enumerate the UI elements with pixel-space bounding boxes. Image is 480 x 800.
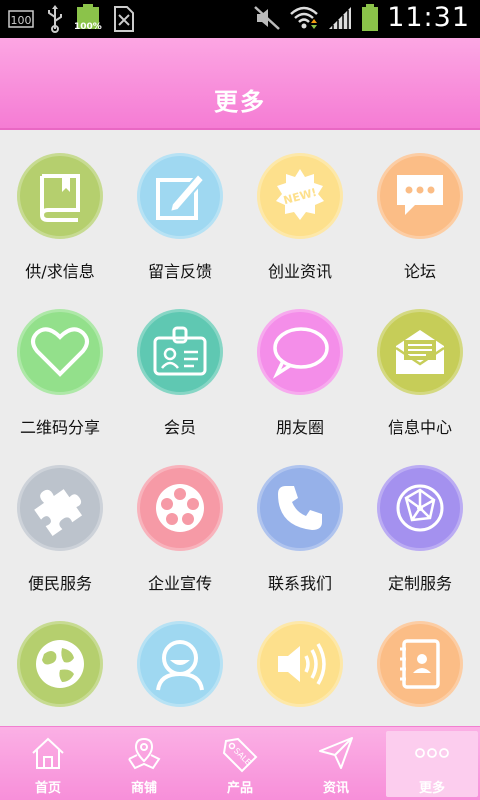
mute-icon xyxy=(253,5,281,31)
grid-item-circle xyxy=(257,465,343,551)
tab-label: 产品 xyxy=(226,781,253,796)
grid-item-label: 创业资讯 xyxy=(267,262,332,281)
grid-item-label: 二维码分享 xyxy=(19,418,100,437)
battery-charging-icon: 100% xyxy=(74,4,102,34)
wifi-icon xyxy=(289,5,319,31)
grid-item-circle xyxy=(17,621,103,707)
grid-item-circle xyxy=(17,309,103,395)
puzzle-icon xyxy=(34,489,83,536)
grid-item-label: 朋友圈 xyxy=(275,418,324,437)
battery-percent-label: 100% xyxy=(74,22,102,32)
id-badge-icon xyxy=(153,326,207,376)
open-envelope-icon xyxy=(395,330,445,374)
page-title: 更多 xyxy=(214,88,266,116)
grid-item-label: 便民服务 xyxy=(27,574,92,593)
grid-item-label: 联系我们 xyxy=(267,574,332,593)
home-icon xyxy=(32,737,64,769)
storage-badge-text: 100 xyxy=(11,14,32,27)
grid-item-promotion[interactable]: 企业宣传 xyxy=(120,443,240,599)
feature-grid: 供/求信息 留言反馈 NEW! 创业资讯 论坛 二维码分享 会员 朋友圈 信息中… xyxy=(0,131,480,726)
grid-item-label: 供/求信息 xyxy=(25,262,95,281)
tab-more[interactable]: 更多 xyxy=(384,727,480,800)
grid-item-forum[interactable]: 论坛 xyxy=(360,131,480,287)
grid-item-contact-us[interactable]: 联系我们 xyxy=(240,443,360,599)
grid-item-circle xyxy=(377,309,463,395)
grid-item-friends-circle[interactable]: 朋友圈 xyxy=(240,287,360,443)
grid-item-feedback[interactable]: 留言反馈 xyxy=(120,131,240,287)
grid-item-convenience[interactable]: 便民服务 xyxy=(0,443,120,599)
grid-item-custom-service[interactable]: 定制服务 xyxy=(360,443,480,599)
grid-item-circle xyxy=(17,465,103,551)
send-plane-icon xyxy=(319,737,353,769)
page-header: 更多 xyxy=(0,38,480,130)
new-badge-icon: NEW! xyxy=(276,169,324,220)
grid-item-label: 会员 xyxy=(163,418,196,437)
speaker-icon xyxy=(278,643,326,685)
grid-item-label: 定制服务 xyxy=(387,574,452,593)
status-bar: 100 100% 11:31 xyxy=(0,0,480,38)
tab-label: 商铺 xyxy=(130,781,157,796)
grid-item-qr-share[interactable]: 二维码分享 xyxy=(0,287,120,443)
storage-100-icon: 100 xyxy=(8,8,34,30)
tab-label: 首页 xyxy=(34,781,61,796)
more-dots-icon xyxy=(415,748,449,758)
book-icon xyxy=(39,174,80,222)
shop-map-icon xyxy=(128,737,161,770)
smiley-user-icon xyxy=(156,640,204,691)
grid-item-circle xyxy=(137,465,223,551)
speech-bubble-icon xyxy=(272,327,329,379)
grid-item-contacts[interactable] xyxy=(360,599,480,726)
heart-icon xyxy=(31,327,89,377)
grid-item-circle xyxy=(257,309,343,395)
grid-item-global[interactable] xyxy=(0,599,120,726)
sale-tag-icon: SALE xyxy=(222,737,258,773)
battery-icon xyxy=(361,3,379,33)
grid-item-circle xyxy=(377,153,463,239)
grid-item-startup-news[interactable]: NEW! 创业资讯 xyxy=(240,131,360,287)
grid-item-circle xyxy=(377,465,463,551)
phone-icon xyxy=(278,486,322,530)
chat-bubble-icon xyxy=(397,175,443,215)
grid-item-circle: NEW! xyxy=(257,153,343,239)
grid-item-member[interactable]: 会员 xyxy=(120,287,240,443)
edit-note-icon xyxy=(156,172,206,220)
contact-book-icon xyxy=(400,639,440,689)
tab-products[interactable]: SALE 产品 xyxy=(192,727,288,800)
network-globe-icon xyxy=(396,484,444,532)
bottom-tab-bar: 首页 商铺 SALE 产品 资讯 更多 xyxy=(0,726,480,800)
tab-shop[interactable]: 商铺 xyxy=(96,727,192,800)
grid-item-audio[interactable] xyxy=(240,599,360,726)
grid-item-label: 论坛 xyxy=(403,262,436,281)
grid-item-circle xyxy=(17,153,103,239)
status-time: 11:31 xyxy=(387,2,470,33)
grid-item-circle xyxy=(137,153,223,239)
grid-item-label: 企业宣传 xyxy=(147,574,212,593)
status-left-icons: 100 100% xyxy=(8,4,136,34)
status-right-icons: 11:31 xyxy=(253,2,470,33)
grid-item-circle xyxy=(257,621,343,707)
grid-item-info-center[interactable]: 信息中心 xyxy=(360,287,480,443)
signal-off-phone-icon xyxy=(112,5,136,33)
grid-item-circle xyxy=(377,621,463,707)
film-reel-icon xyxy=(156,484,204,532)
grid-item-circle xyxy=(137,309,223,395)
tab-news[interactable]: 资讯 xyxy=(288,727,384,800)
usb-icon xyxy=(46,5,64,33)
grid-item-label: 留言反馈 xyxy=(147,262,212,281)
tab-home[interactable]: 首页 xyxy=(0,727,96,800)
grid-item-circle xyxy=(137,621,223,707)
grid-item-supply-demand[interactable]: 供/求信息 xyxy=(0,131,120,287)
cell-signal-icon xyxy=(327,5,353,31)
grid-item-label: 信息中心 xyxy=(387,418,452,437)
globe-icon xyxy=(36,640,84,688)
tab-label: 资讯 xyxy=(322,781,349,796)
grid-item-user[interactable] xyxy=(120,599,240,726)
tab-label: 更多 xyxy=(418,781,445,796)
